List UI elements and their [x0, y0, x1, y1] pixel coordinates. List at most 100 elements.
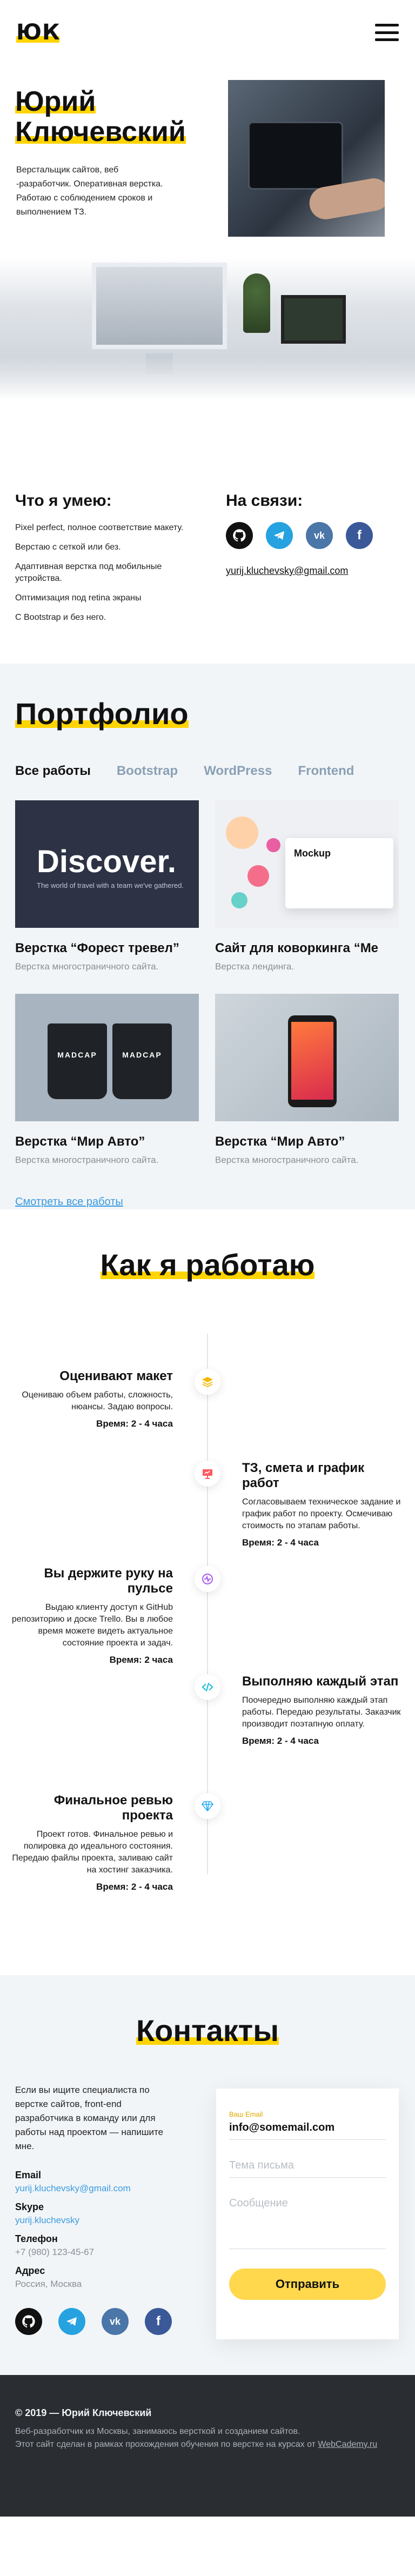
skills-title: Что я умею: [15, 492, 112, 510]
subject-input[interactable] [229, 2159, 386, 2172]
email-field-wrap: Ваш Email info@somemail.com [229, 2110, 386, 2140]
tab-frontend[interactable]: Frontend [298, 764, 354, 779]
footer-webcademy-link[interactable]: WebCademy.ru [318, 2440, 377, 2449]
card-subtitle: Верстка лендинга. [215, 961, 294, 972]
hero-name: Юрий Ключевский [15, 86, 210, 147]
step-text: Выдаю клиенту доступ к GitHub репозитори… [11, 1603, 173, 1648]
layers-icon [195, 1369, 220, 1395]
hero-photo-laptop [228, 80, 385, 237]
site-header: ЮК [0, 0, 415, 65]
contact-info: Если вы ищите специалиста по верстке сай… [15, 2083, 177, 2335]
step-title: ТЗ, смета и график работ [242, 1461, 365, 1490]
telegram-icon[interactable] [58, 2308, 85, 2335]
subject-field-wrap [229, 2159, 386, 2178]
pulse-icon [195, 1566, 220, 1592]
contact-form: Ваш Email info@somemail.com Отправить [216, 2089, 399, 2339]
skill-item: Pixel perfect, полное соответствие макет… [15, 523, 184, 532]
portfolio-card[interactable]: Discover. The world of travel with a tea… [15, 800, 199, 972]
diamond-icon [195, 1793, 220, 1819]
portfolio-grid: Discover. The world of travel with a tea… [15, 800, 400, 1166]
hero-section: Юрий Ключевский Верстальщик сайтов, веб … [0, 65, 415, 400]
facebook-icon[interactable]: f [145, 2308, 172, 2335]
step-2: ТЗ, смета и график работ Согласовываем т… [242, 1461, 404, 1548]
site-footer: © 2019 — Юрий Ключевский Веб-разработчик… [0, 2375, 415, 2517]
presentation-icon [195, 1461, 220, 1487]
skill-item: С Bootstrap и без него. [15, 613, 106, 622]
card-title: Верстка “Мир Авто” [215, 1134, 345, 1149]
github-icon[interactable] [15, 2308, 42, 2335]
work-title: Как я работаю [100, 1248, 315, 1282]
card-image: Discover. The world of travel with a tea… [15, 800, 199, 928]
contact-email-link[interactable]: yurij.kluchevsky@gmail.com [15, 2183, 177, 2194]
email-field[interactable]: info@somemail.com [229, 2122, 386, 2134]
contacts-section: Контакты Если вы ищите специалиста по ве… [0, 1975, 415, 2375]
footer-copyright: © 2019 — Юрий Ключевский [15, 2407, 152, 2418]
github-icon[interactable] [226, 522, 253, 549]
skill-item: Оптимизация под retina экраны [15, 593, 142, 603]
step-title: Вы держите руку на пульсе [44, 1566, 173, 1596]
portfolio-card[interactable]: Верстка “Мир Авто” Верстка многостраничн… [215, 994, 399, 1166]
portfolio-card[interactable]: Mockup Сайт для коворкинга “Ме Верстка л… [215, 800, 399, 972]
menu-icon[interactable] [375, 24, 399, 41]
card-image: Mockup [215, 800, 399, 928]
contact-skype-link[interactable]: yurij.kluchevsky [15, 2215, 177, 2226]
step-time: Время: 2 часа [109, 1655, 173, 1665]
contact-skype: Skype yurij.kluchevsky [15, 2202, 177, 2226]
submit-button[interactable]: Отправить [229, 2269, 386, 2300]
card-subtitle: Верстка многостраничного сайта. [15, 1155, 159, 1165]
facebook-icon[interactable]: f [346, 522, 373, 549]
vk-icon[interactable]: vk [306, 522, 333, 549]
hero-name-first: Юрий [15, 86, 96, 117]
hero-description: Верстальщик сайтов, веб -разработчик. Оп… [16, 165, 163, 217]
card-subtitle: Верстка многостраничного сайта. [15, 961, 159, 972]
work-section: Как я работаю Оценивают макет Оцениваю о… [0, 1209, 415, 1975]
step-4: Выполняю каждый этап Поочередно выполняю… [242, 1674, 404, 1747]
step-time: Время: 2 - 4 часа [96, 1419, 173, 1429]
step-time: Время: 2 - 4 часа [242, 1537, 319, 1548]
step-1: Оценивают макет Оцениваю объем работы, с… [11, 1369, 173, 1429]
social-title: На связи: [226, 492, 303, 510]
step-time: Время: 2 - 4 часа [242, 1736, 319, 1746]
step-time: Время: 2 - 4 часа [96, 1882, 173, 1892]
skills-list: Pixel perfect, полное соответствие макет… [15, 522, 204, 624]
tab-bootstrap[interactable]: Bootstrap [117, 764, 178, 779]
portfolio-tabs: Все работы Bootstrap WordPress Frontend [15, 764, 400, 779]
skills-block: Что я умею: Pixel perfect, полное соотве… [15, 492, 204, 631]
card-title: Сайт для коворкинга “Ме [215, 941, 379, 955]
step-text: Согласовываем техническое задание и граф… [242, 1497, 401, 1530]
contact-phone: Телефон +7 (980) 123-45-67 [15, 2233, 95, 2257]
portfolio-title: Портфолио [15, 697, 189, 731]
vk-icon[interactable]: vk [102, 2308, 129, 2335]
hero-photo-workspace [0, 257, 415, 400]
card-title: Верстка “Форест тревел” [15, 941, 179, 955]
logo[interactable]: ЮК [16, 20, 61, 45]
social-email-link[interactable]: yurij.kluchevsky@gmail.com [226, 565, 348, 576]
step-text: Поочередно выполняю каждый этап работы. … [242, 1696, 401, 1729]
card-subtitle: Верстка многостраничного сайта. [215, 1155, 359, 1165]
card-image: MADCAP MADCAP [15, 994, 199, 1121]
social-icons: vk f [226, 522, 399, 549]
social-block: На связи: vk f yurij.kluchevsky@gmail.co… [215, 492, 399, 631]
card-image [215, 994, 399, 1121]
contact-email: Email yurij.kluchevsky@gmail.com [15, 2170, 177, 2194]
footer-line2: Этот сайт сделан в рамках прохождения об… [15, 2440, 378, 2449]
step-title: Финальное ревью проекта [53, 1793, 173, 1823]
step-5: Финальное ревью проекта Проект готов. Фи… [11, 1793, 173, 1892]
message-input[interactable] [229, 2197, 386, 2240]
footer-line1: Веб-разработчик из Москвы, занимаюсь вер… [15, 2427, 300, 2436]
portfolio-card[interactable]: MADCAP MADCAP Верстка “Мир Авто” Верстка… [15, 994, 199, 1166]
step-title: Выполняю каждый этап [242, 1674, 399, 1689]
portfolio-section: Портфолио Все работы Bootstrap WordPress… [0, 664, 415, 1209]
tab-all[interactable]: Все работы [15, 764, 91, 779]
step-text: Проект готов. Финальное ревью и полировк… [12, 1830, 173, 1875]
tab-wordpress[interactable]: WordPress [204, 764, 272, 779]
contact-intro: Если вы ищите специалиста по верстке сай… [15, 2085, 164, 2151]
contact-address: Адрес Россия, Москва [15, 2265, 82, 2289]
step-text: Оцениваю объем работы, сложность, нюансы… [22, 1390, 173, 1411]
hero-name-last: Ключевский [15, 116, 186, 148]
message-field-wrap [229, 2197, 386, 2249]
contact-social-icons: vk f [15, 2308, 177, 2335]
code-icon [195, 1674, 220, 1700]
all-works-link[interactable]: Смотреть все работы [15, 1196, 123, 1208]
telegram-icon[interactable] [266, 522, 293, 549]
